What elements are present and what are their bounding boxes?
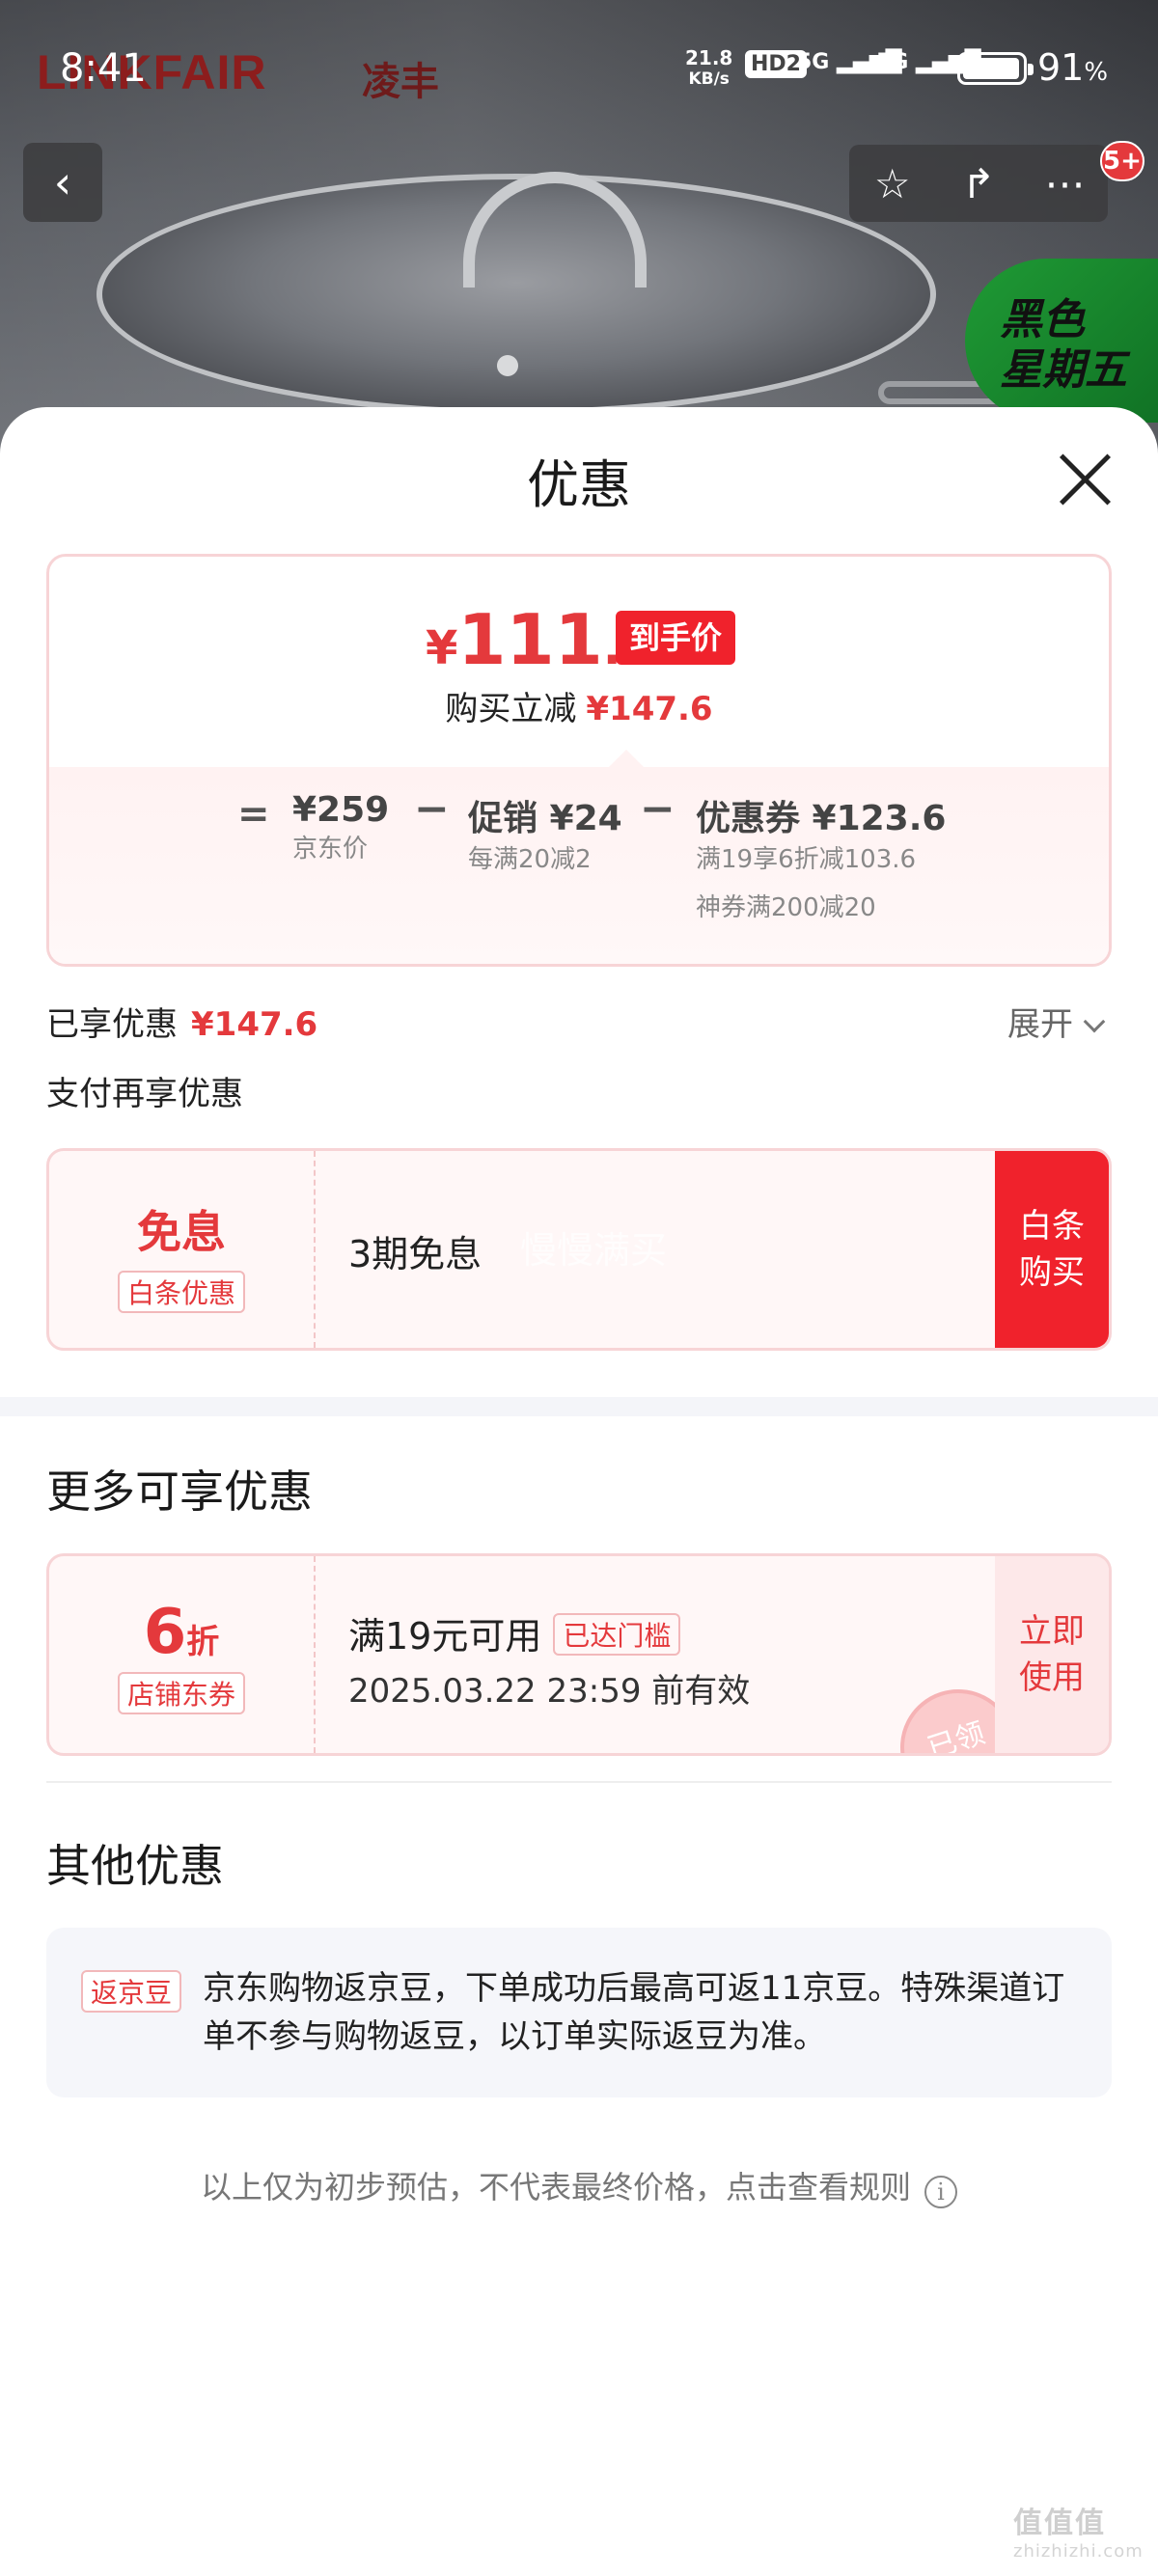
final-price-tag: 到手价 bbox=[616, 611, 736, 665]
baitiao-btn-line2: 购买 bbox=[1019, 1253, 1085, 1292]
coupon-expiry: 2025.03.22 23:59 前有效 bbox=[348, 1672, 751, 1711]
interest-free-label: 免息 bbox=[137, 1206, 226, 1258]
shop-coupon-card[interactable]: 6折 店铺东券 满19元可用 已达门槛 2025.03.22 23:59 前有效 … bbox=[46, 1553, 1112, 1756]
coupon-left: 6折 店铺东券 bbox=[49, 1556, 316, 1753]
use-coupon-button[interactable]: 立即 使用 bbox=[995, 1556, 1109, 1753]
final-price-integer: 111 bbox=[457, 599, 603, 680]
baitiao-tag: 白条优惠 bbox=[117, 1271, 245, 1313]
ghost-text: 慢慢满买 bbox=[520, 1229, 668, 1272]
message-count-badge: 5+ bbox=[1100, 141, 1144, 181]
coupon-condition: 满19元可用 已达门槛 bbox=[348, 1606, 681, 1659]
jd-price-label: 京东价 bbox=[292, 835, 369, 863]
chevron-down-icon bbox=[1083, 1010, 1106, 1033]
coupon-condition-text: 满19元可用 bbox=[348, 1615, 542, 1658]
jd-price: ¥259 bbox=[292, 790, 390, 830]
promo-detail: 每满20减2 bbox=[468, 845, 592, 874]
equals-sign: = bbox=[237, 792, 270, 836]
breakdown-pointer bbox=[609, 750, 644, 767]
favorite-star-icon[interactable]: ☆ bbox=[854, 160, 931, 207]
other-offers-title: 其他优惠 bbox=[46, 1840, 224, 1892]
reduce-amount: ¥147.6 bbox=[586, 690, 713, 728]
info-icon: i bbox=[924, 2176, 957, 2208]
reduce-label: 购买立减 bbox=[445, 690, 577, 728]
final-price-section: ¥111.4 到手价 购买立减¥147.6 bbox=[49, 557, 1109, 767]
pay-more-title: 支付再享优惠 bbox=[46, 1075, 243, 1113]
share-icon[interactable]: ↱ bbox=[940, 160, 1017, 207]
status-bar: 8:41 21.8 KB/s HD2 5G ▂▄▆█ 5G ▂▄▆█ 91% bbox=[0, 39, 1158, 96]
section-divider bbox=[0, 1397, 1158, 1416]
chevron-left-icon: ‹ bbox=[53, 156, 72, 208]
use-btn-line1: 立即 bbox=[1019, 1612, 1085, 1651]
price-breakdown-card: ¥111.4 到手价 购买立减¥147.6 = ¥259 京东价 − 促销 ¥2… bbox=[46, 554, 1112, 967]
discount-sheet: 优惠 ¥111.4 到手价 购买立减¥147.6 = ¥259 京东价 − 促销… bbox=[0, 407, 1158, 2576]
coupon-detail-1: 满19享6折减103.6 bbox=[696, 845, 917, 874]
coupon-detail-2: 神券满200减20 bbox=[696, 893, 876, 922]
back-button[interactable]: ‹ bbox=[23, 143, 102, 222]
jd-price-segment: ¥259 京东价 bbox=[292, 790, 389, 868]
sticker-line-1: 黑色 bbox=[1000, 295, 1085, 344]
rules-footnote[interactable]: 以上仅为初步预估，不代表最终价格，点击查看规则 i bbox=[0, 2163, 1158, 2208]
top-action-group: ☆ ↱ ⋯ bbox=[849, 145, 1108, 222]
more-dots-icon[interactable]: ⋯ bbox=[1026, 160, 1103, 207]
baitiao-offer-left: 免息 白条优惠 bbox=[49, 1151, 316, 1348]
close-icon[interactable] bbox=[1056, 450, 1114, 507]
pot-lid-vent bbox=[497, 355, 518, 376]
enjoyed-discount-row: 已享优惠 ¥147.6 bbox=[46, 998, 317, 1045]
network-speed: 21.8 KB/s bbox=[685, 46, 733, 89]
more-offers-title: 更多可享优惠 bbox=[46, 1466, 313, 1518]
discount-number: 6 bbox=[143, 1597, 187, 1668]
coupon-amount: 优惠券 ¥123.6 bbox=[696, 799, 947, 838]
currency-symbol: ¥ bbox=[426, 621, 458, 675]
promo-amount: 促销 ¥24 bbox=[468, 799, 622, 838]
baitiao-btn-line1: 白条 bbox=[1019, 1207, 1085, 1246]
threshold-reached-tag: 已达门槛 bbox=[553, 1613, 681, 1656]
baitiao-offer-card[interactable]: 免息 白条优惠 3期免息 慢慢满买 白条 购买 bbox=[46, 1148, 1112, 1351]
baitiao-buy-button[interactable]: 白条 购买 bbox=[995, 1151, 1109, 1348]
instant-reduce-line: 购买立减 ¥147.6 bbox=[49, 682, 1109, 729]
site-watermark: 值值值 zhizhizhi.com bbox=[1013, 2499, 1144, 2562]
sticker-line-2: 星期五 bbox=[1000, 345, 1127, 395]
minus-sign: − bbox=[414, 784, 450, 834]
promo-segment: 促销 ¥24 每满20减2 bbox=[468, 790, 622, 879]
expand-label: 展开 bbox=[1007, 1005, 1073, 1044]
coupon-segment: 优惠券 ¥123.6 满19享6折减103.6 神券满200减20 bbox=[696, 790, 946, 927]
enjoyed-amount: ¥147.6 bbox=[191, 1005, 318, 1044]
black-friday-sticker[interactable]: 黑色 星期五 bbox=[965, 259, 1158, 423]
sheet-title: 优惠 bbox=[527, 454, 631, 515]
price-formula: = ¥259 京东价 − 促销 ¥24 每满20减2 − 优惠券 ¥123.6 … bbox=[49, 767, 1109, 964]
coupon-type-tag: 店铺东券 bbox=[117, 1672, 245, 1714]
minus-sign-2: − bbox=[640, 784, 676, 834]
use-btn-line2: 使用 bbox=[1019, 1658, 1085, 1697]
jingdou-desc: 京东购物返京豆，下单成功后最高可返11京豆。特殊渠道订单不参与购物返豆，以订单实… bbox=[203, 1969, 1065, 2056]
watermark-main: 值值值 bbox=[1013, 2507, 1106, 2540]
coupon-discount: 6折 bbox=[49, 1597, 314, 1668]
divider bbox=[46, 1781, 1112, 1783]
enjoyed-label: 已享优惠 bbox=[46, 1005, 178, 1044]
battery-icon bbox=[957, 52, 1034, 85]
jingdou-tag: 返京豆 bbox=[81, 1970, 182, 2013]
clock: 8:41 bbox=[60, 46, 147, 91]
installment-desc: 3期免息 bbox=[348, 1233, 482, 1275]
jingdou-offer-card: 返京豆 京东购物返京豆，下单成功后最高可返11京豆。特殊渠道订单不参与购物返豆，… bbox=[46, 1928, 1112, 2097]
expand-toggle[interactable]: 展开 bbox=[1007, 998, 1106, 1045]
watermark-site: zhizhizhi.com bbox=[1013, 2541, 1144, 2562]
footnote-text: 以上仅为初步预估，不代表最终价格，点击查看规则 bbox=[200, 2169, 911, 2206]
discount-unit: 折 bbox=[186, 1623, 220, 1661]
battery-percent: 91% bbox=[1037, 46, 1109, 89]
